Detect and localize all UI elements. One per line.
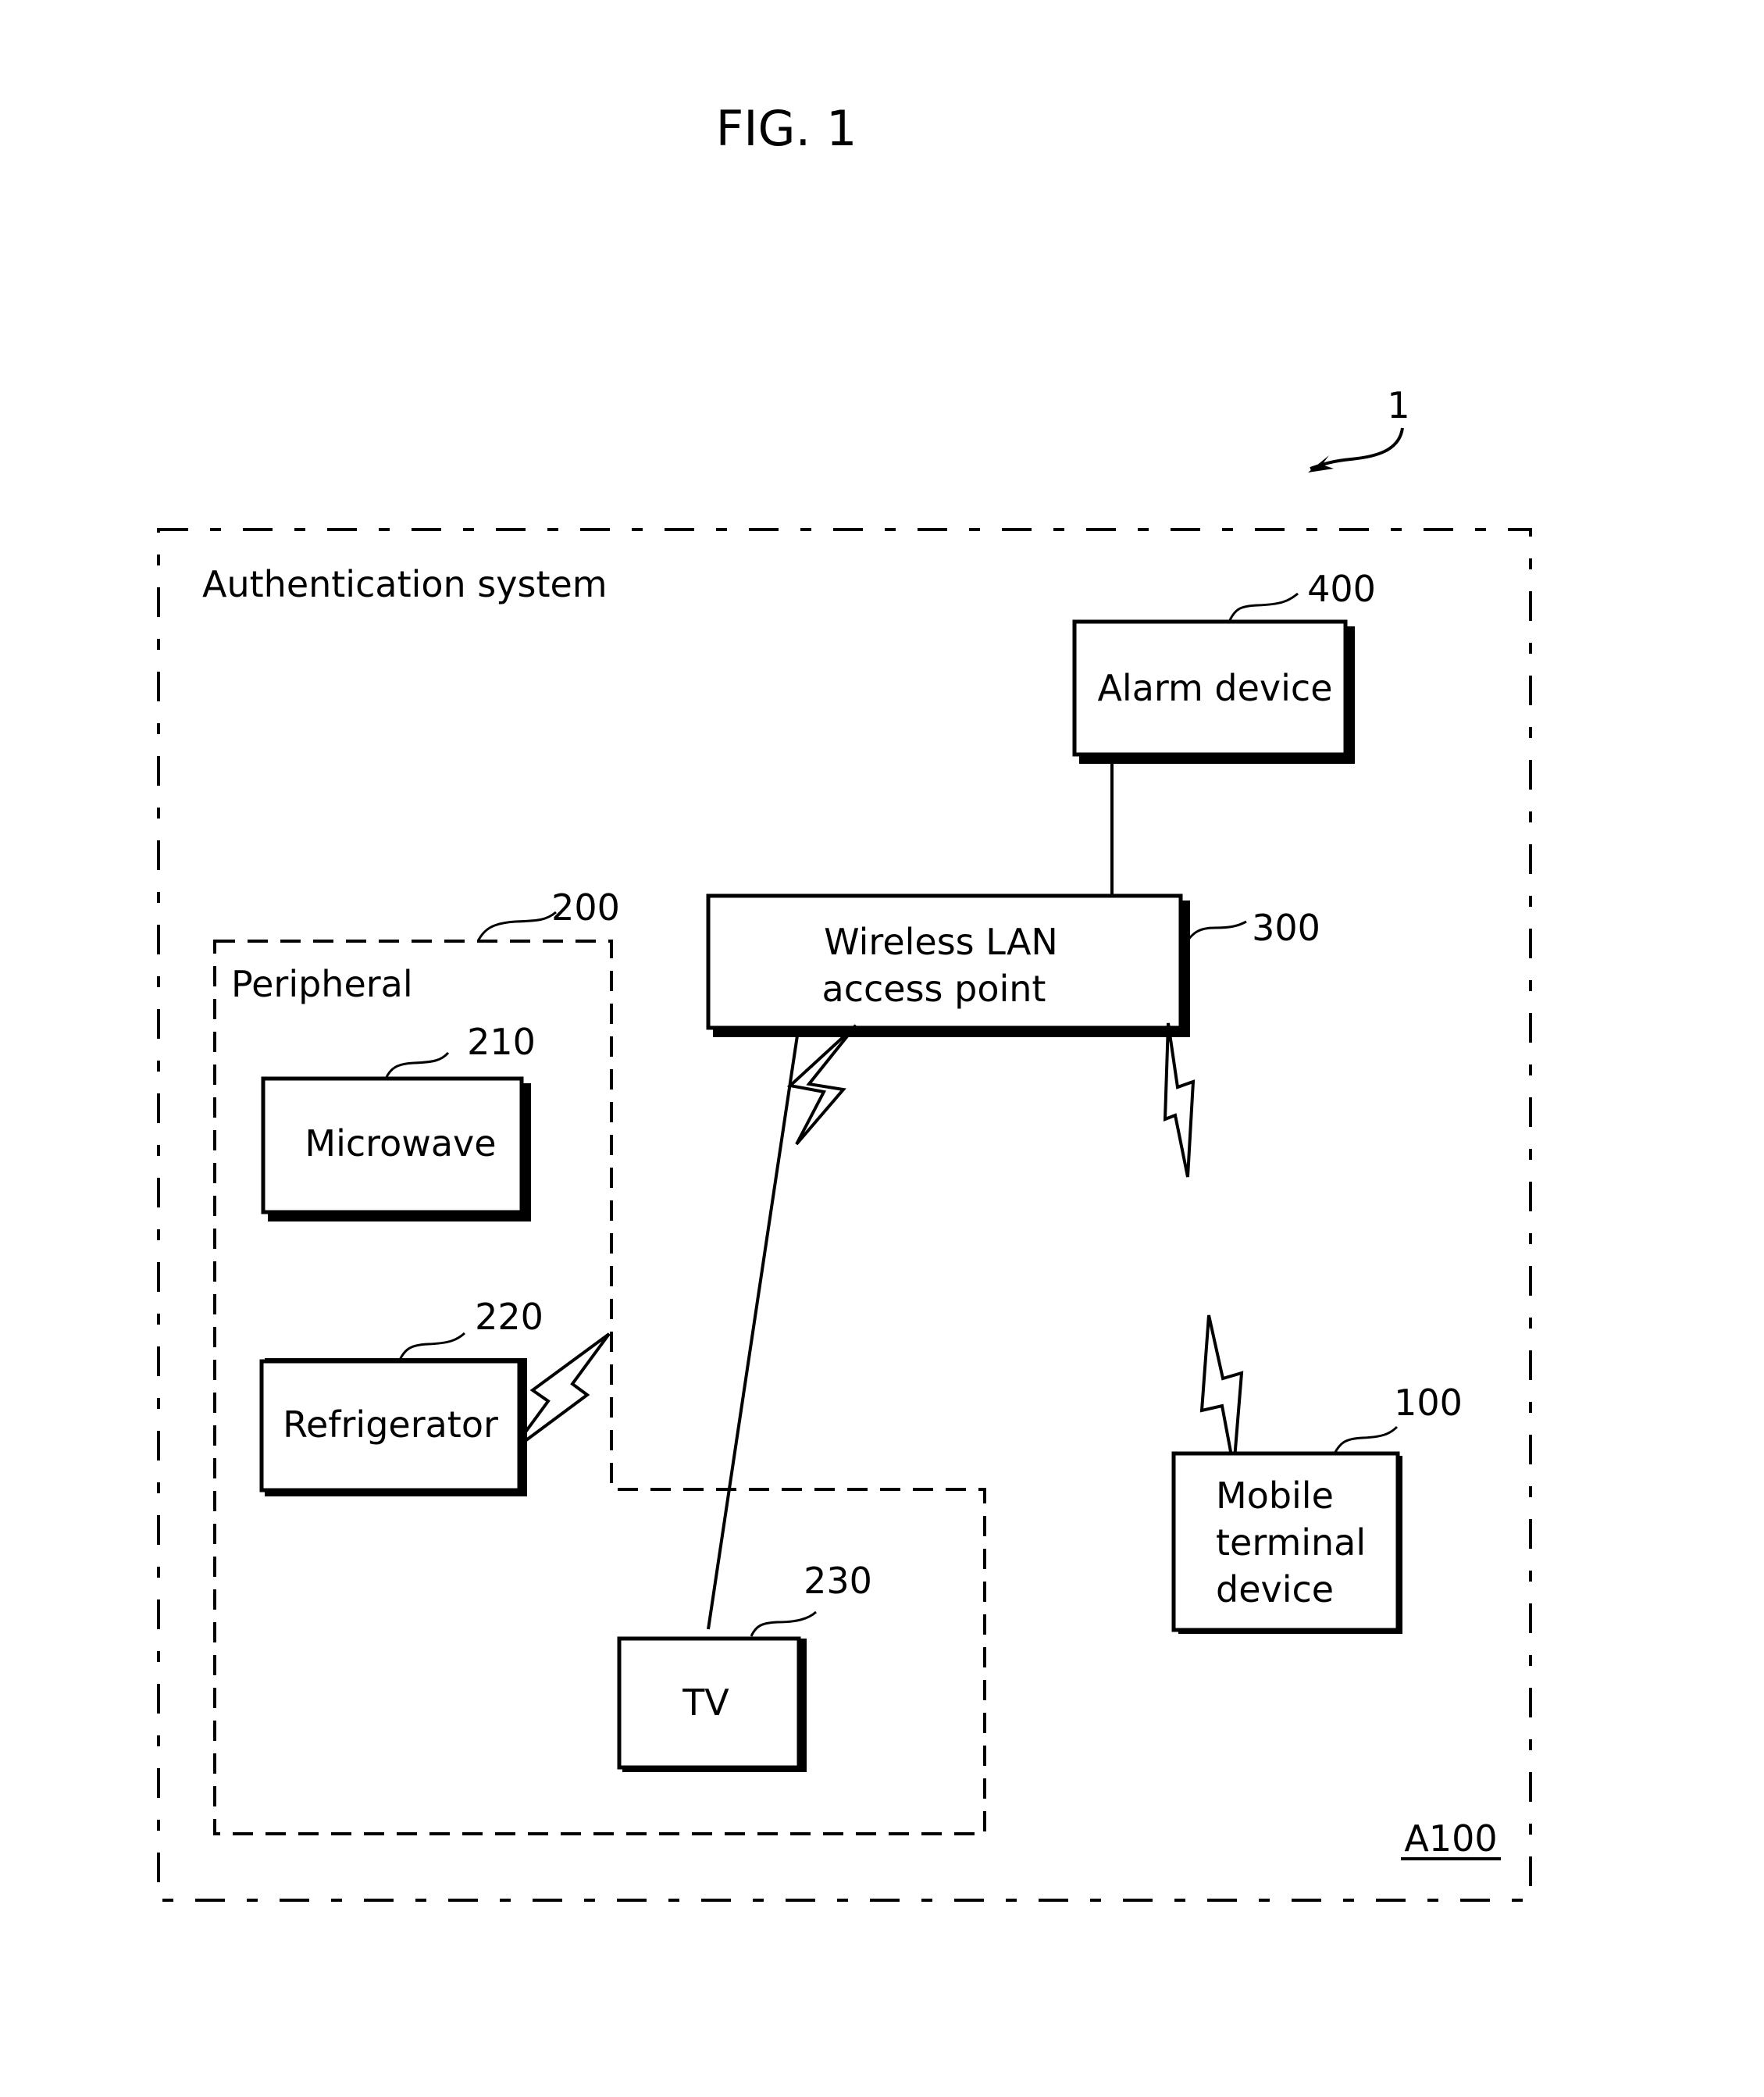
wlan-ref-label: 300 xyxy=(1252,907,1320,949)
refrigerator-box[interactable]: Refrigerator xyxy=(259,1358,527,1496)
microwave-label: Microwave xyxy=(305,1122,496,1164)
figure-title: FIG. 1 xyxy=(716,100,857,157)
wlan-label-line2: access point xyxy=(822,968,1046,1010)
diagram-canvas: FIG. 1 1 Authentication system A100 Peri… xyxy=(157,100,1532,1902)
tv-ref-label: 230 xyxy=(804,1560,872,1602)
refrigerator-label: Refrigerator xyxy=(283,1403,498,1446)
wireless-signal-icon xyxy=(1163,1022,1196,1178)
wireless-signal-icon xyxy=(786,1024,857,1146)
tv-ref-leader xyxy=(750,1610,818,1637)
refrigerator-ref-label: 220 xyxy=(475,1296,543,1338)
mobile-label-line1: Mobile xyxy=(1216,1475,1334,1517)
alarm-ref-leader xyxy=(1228,592,1299,621)
alarm-device-box[interactable]: Alarm device xyxy=(1072,619,1355,764)
area-ref-label: A100 xyxy=(1404,1817,1497,1860)
peripheral-label: Peripheral xyxy=(231,963,413,1005)
system-ref-label: 1 xyxy=(1387,384,1409,426)
wlan-access-point-box[interactable]: Wireless LAN access point xyxy=(706,893,1190,1037)
tv-wlan-link xyxy=(707,1035,799,1630)
refrigerator-ref-leader xyxy=(397,1332,466,1362)
microwave-ref-leader xyxy=(384,1051,450,1079)
alarm-device-label: Alarm device xyxy=(1097,667,1332,709)
mobile-ref-label: 100 xyxy=(1394,1382,1463,1424)
peripheral-ref-leader xyxy=(476,911,557,942)
wireless-signal-icon xyxy=(1199,1314,1244,1469)
mobile-terminal-device-box[interactable]: Mobile terminal device xyxy=(1171,1451,1402,1634)
alarm-ref-label: 400 xyxy=(1307,568,1376,610)
wlan-label-line1: Wireless LAN xyxy=(824,921,1058,963)
mobile-label-line3: device xyxy=(1216,1568,1334,1610)
microwave-box[interactable]: Microwave xyxy=(261,1076,531,1221)
microwave-ref-label: 210 xyxy=(467,1021,536,1063)
authentication-system-label: Authentication system xyxy=(202,563,608,605)
wlan-ref-leader xyxy=(1185,920,1247,942)
system-ref-arrow xyxy=(1310,427,1404,470)
tv-box[interactable]: TV xyxy=(617,1636,807,1772)
mobile-label-line2: terminal xyxy=(1216,1521,1366,1564)
mobile-ref-leader xyxy=(1333,1425,1399,1454)
tv-label: TV xyxy=(682,1682,729,1724)
peripheral-ref-label: 200 xyxy=(551,886,620,929)
